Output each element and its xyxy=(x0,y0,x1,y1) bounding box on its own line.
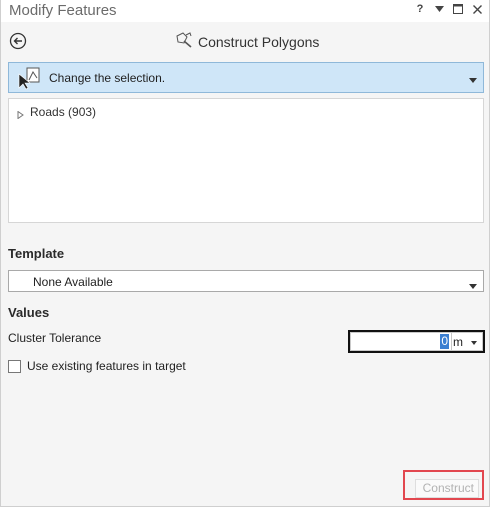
construct-button[interactable]: Construct xyxy=(415,479,479,498)
unit-value: m xyxy=(453,334,463,349)
expand-triangle-icon[interactable] xyxy=(17,108,24,120)
select-features-icon xyxy=(17,66,41,90)
unit-select[interactable]: m xyxy=(453,334,477,349)
use-existing-features-option[interactable]: Use existing features in target xyxy=(8,359,186,373)
selection-label: Change the selection. xyxy=(49,70,166,85)
use-existing-features-checkbox[interactable] xyxy=(8,359,21,373)
list-item-label: Roads (903) xyxy=(30,105,97,119)
pin-icon[interactable] xyxy=(433,3,445,15)
unit-separator xyxy=(451,333,452,350)
chevron-down-icon[interactable] xyxy=(469,279,477,289)
tool-header: Construct Polygons xyxy=(1,26,489,56)
cluster-tolerance-field[interactable]: 0 m xyxy=(348,330,485,353)
tool-title-label: Construct Polygons xyxy=(198,33,320,50)
modify-features-pane: Modify Features ? Construct Polygons Cha… xyxy=(0,0,490,507)
selection-dropdown[interactable]: Change the selection. xyxy=(8,62,484,93)
use-existing-features-label: Use existing features in target xyxy=(27,359,186,373)
values-heading: Values xyxy=(8,305,50,320)
back-arrow-icon[interactable] xyxy=(9,32,27,50)
help-icon[interactable]: ? xyxy=(414,3,426,15)
construct-polygons-icon xyxy=(175,32,193,51)
maximize-icon[interactable] xyxy=(452,3,464,15)
close-icon[interactable] xyxy=(471,3,483,15)
template-selected-value: None Available xyxy=(33,275,113,289)
list-item-roads[interactable]: Roads (903) xyxy=(17,105,97,120)
template-heading: Template xyxy=(8,246,65,261)
cluster-tolerance-value: 0 xyxy=(440,334,449,349)
cluster-tolerance-label: Cluster Tolerance xyxy=(8,331,102,345)
chevron-down-icon[interactable] xyxy=(471,335,477,349)
pane-title-bar: Modify Features ? xyxy=(1,0,489,22)
construct-button-highlight: Construct xyxy=(403,470,484,500)
chevron-down-icon[interactable] xyxy=(469,73,477,83)
pane-window-controls: ? xyxy=(414,3,483,15)
cluster-tolerance-input[interactable] xyxy=(353,334,453,349)
template-select[interactable]: None Available xyxy=(8,270,484,292)
feature-list: Roads (903) xyxy=(8,98,484,223)
pane-title: Modify Features xyxy=(9,2,117,19)
tool-title: Construct Polygons xyxy=(175,32,319,51)
